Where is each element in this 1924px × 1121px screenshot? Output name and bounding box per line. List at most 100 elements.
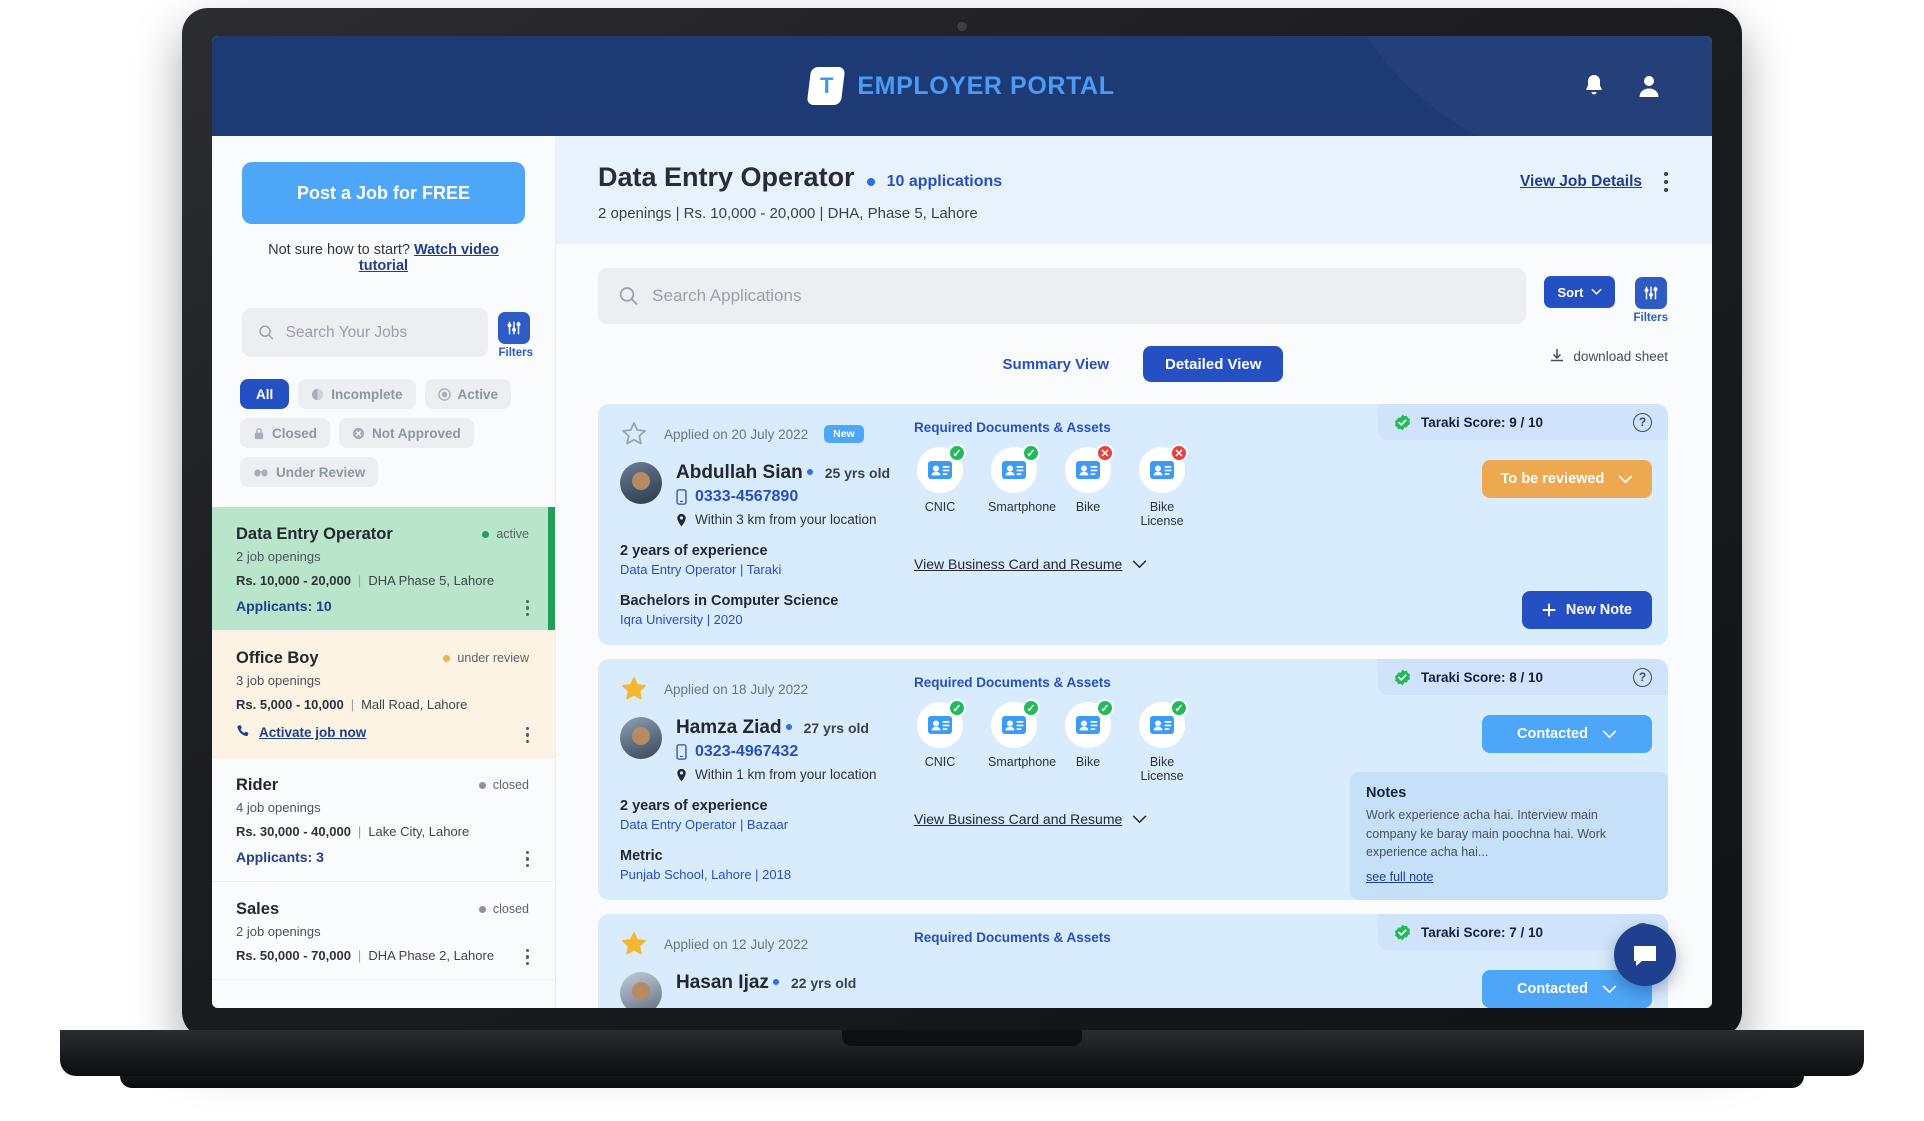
notes-text: Work experience acha hai. Interview main… xyxy=(1366,807,1607,860)
search-jobs-box[interactable] xyxy=(242,308,489,357)
job-more-menu-icon[interactable] xyxy=(525,850,529,867)
logo-letter: T xyxy=(820,73,833,98)
view-job-details-link[interactable]: View Job Details xyxy=(1520,173,1642,191)
mobile-icon xyxy=(676,489,687,505)
under-review-icon xyxy=(253,467,269,478)
job-meta: Rs. 10,000 - 20,000 | DHA Phase 5, Lahore xyxy=(236,573,495,588)
laptop-screen: T EMPLOYER PORTAL Post a Job for FREE No… xyxy=(212,36,1712,1008)
job-status-badge: closed xyxy=(478,902,529,916)
job-list-item[interactable]: active Data Entry Operator 2 job openings R… xyxy=(212,507,555,631)
job-subtitle: 2 openings | Rs. 10,000 - 20,000 | DHA, … xyxy=(598,205,978,222)
location-pin-icon xyxy=(677,513,686,526)
candidate-phone[interactable]: 0323-4967432 xyxy=(676,743,877,761)
candidate-name-row: Abdullah Sian 25 yrs old xyxy=(676,462,890,484)
candidate-actions: Taraki Score: 9 / 10? To be reviewed New N… xyxy=(1338,404,1668,629)
search-applications-box[interactable] xyxy=(598,268,1527,324)
candidate-info: Applied on 20 July 2022 New Abdullah Sian 2… xyxy=(598,420,898,627)
job-more-menu-icon[interactable] xyxy=(1664,172,1668,192)
job-more-menu-icon[interactable] xyxy=(525,599,529,616)
search-jobs-input[interactable] xyxy=(285,323,473,342)
chevron-down-icon xyxy=(1591,288,1603,295)
view-business-card-link[interactable]: View Business Card and Resume xyxy=(914,556,1147,572)
document-item[interactable]: ✓ Bike License xyxy=(1136,699,1188,783)
app-header: T EMPLOYER PORTAL xyxy=(212,36,1712,136)
sidebar-filters-group: Filters xyxy=(498,308,533,359)
job-salary: Rs. 50,000 - 70,000 xyxy=(236,948,351,963)
activate-job-link: Activate job now xyxy=(259,725,367,740)
candidate-status-label: Contacted xyxy=(1517,981,1588,997)
job-list-item[interactable]: closed Sales 2 job openings Rs. 50,000 - 70… xyxy=(212,882,555,980)
document-item[interactable]: ✕ Bike xyxy=(1062,444,1114,528)
document-item[interactable]: ✓ Smartphone xyxy=(988,444,1056,528)
id-card-icon xyxy=(1076,461,1100,479)
document-icon: ✓ xyxy=(917,699,966,748)
job-filter-chip-all[interactable]: All xyxy=(240,379,290,409)
sort-button[interactable]: Sort xyxy=(1544,276,1616,308)
job-filter-chip-under-review[interactable]: Under Review xyxy=(240,457,379,487)
help-icon[interactable]: ? xyxy=(1633,412,1652,432)
user-icon[interactable] xyxy=(1636,73,1662,99)
job-salary: Rs. 5,000 - 10,000 xyxy=(236,697,344,712)
candidate-status-dropdown[interactable]: To be reviewed xyxy=(1482,460,1652,498)
sidebar-search-row: Filters xyxy=(212,274,555,359)
view-business-card-label: View Business Card and Resume xyxy=(914,556,1123,572)
document-item[interactable]: ✕ Bike License xyxy=(1136,444,1188,528)
documents-heading: Required Documents & Assets xyxy=(914,930,1111,945)
document-item[interactable]: ✓ Bike xyxy=(1062,699,1114,783)
new-note-button[interactable]: New Note xyxy=(1521,591,1652,629)
check-badge-icon: ✓ xyxy=(1022,444,1040,462)
job-status-badge: closed xyxy=(478,778,529,792)
document-item[interactable]: ✓ CNIC xyxy=(914,699,966,783)
document-label: Bike License xyxy=(1140,500,1184,528)
job-salary: Rs. 10,000 - 20,000 xyxy=(236,573,351,588)
favorite-star-icon[interactable] xyxy=(620,675,648,703)
help-icon[interactable]: ? xyxy=(1633,667,1652,687)
job-more-menu-icon[interactable] xyxy=(525,948,529,965)
chip-label: Active xyxy=(457,386,499,402)
job-filter-chip-not-approved[interactable]: Not Approved xyxy=(339,418,474,448)
view-business-card-link[interactable]: View Business Card and Resume xyxy=(914,811,1147,827)
chat-bubble-icon[interactable] xyxy=(1614,924,1676,986)
job-filter-chip-closed[interactable]: Closed xyxy=(240,418,331,448)
job-filter-chip-incomplete[interactable]: Incomplete xyxy=(298,379,416,409)
candidate-distance: Within 1 km from your location xyxy=(676,767,877,782)
candidate-status-dropdown[interactable]: Contacted xyxy=(1482,715,1652,753)
tab-detailed-view[interactable]: Detailed View xyxy=(1143,346,1284,382)
laptop-frame: T EMPLOYER PORTAL Post a Job for FREE No… xyxy=(182,8,1742,1038)
post-job-button[interactable]: Post a Job for FREE xyxy=(242,162,525,224)
title-dot-icon xyxy=(866,178,875,186)
documents-row: ✓ CNIC ✓ Smartphone ✓ Bike ✓ Bike License xyxy=(914,699,1338,783)
candidate-experience: 2 years of experience Data Entry Operator… xyxy=(620,798,898,832)
job-list-item[interactable]: under review Office Boy 3 job openings Rs. … xyxy=(212,631,555,758)
applications-filters-button[interactable] xyxy=(1634,277,1667,309)
favorite-star-icon[interactable] xyxy=(620,930,648,958)
candidate-phone[interactable]: 0333-4567890 xyxy=(676,488,890,506)
avatar xyxy=(620,717,662,759)
webcam-icon xyxy=(957,22,967,31)
brand[interactable]: T EMPLOYER PORTAL xyxy=(807,67,1114,105)
filters-button[interactable] xyxy=(498,312,531,344)
plus-icon xyxy=(1542,603,1556,617)
document-icon: ✓ xyxy=(917,444,966,493)
applications-filters-label: Filters xyxy=(1633,312,1668,324)
mobile-icon xyxy=(676,744,687,760)
document-item[interactable]: ✓ Smartphone xyxy=(988,699,1056,783)
document-item[interactable]: ✓ CNIC xyxy=(914,444,966,528)
favorite-star-icon[interactable] xyxy=(620,420,648,448)
candidates-list: Applied on 20 July 2022 New Abdullah Sian 2… xyxy=(556,382,1712,1008)
download-sheet-button[interactable]: download sheet xyxy=(1549,348,1668,364)
job-filter-chip-active[interactable]: Active xyxy=(424,379,512,409)
search-applications-input[interactable] xyxy=(652,286,1507,306)
tab-summary-view[interactable]: Summary View xyxy=(985,346,1127,382)
status-dot-icon xyxy=(443,654,451,662)
notes-heading: Notes xyxy=(1366,784,1407,801)
job-more-menu-icon[interactable] xyxy=(525,726,529,743)
bell-icon[interactable] xyxy=(1582,73,1606,99)
job-list-item[interactable]: closed Rider 4 job openings Rs. 30,000 - 40… xyxy=(212,758,555,882)
document-icon: ✓ xyxy=(991,444,1040,493)
candidate-info: Applied on 12 July 2022 Hasan Ijaz 22 yrs … xyxy=(598,930,898,1008)
candidate-card[interactable]: Applied on 20 July 2022 New Abdullah Sian 2… xyxy=(598,404,1668,645)
candidate-card[interactable]: Applied on 12 July 2022 Hasan Ijaz 22 yrs … xyxy=(598,914,1668,1008)
new-badge: New xyxy=(824,425,864,443)
candidate-card[interactable]: Applied on 18 July 2022 Hamza Ziad 27 yrs … xyxy=(598,659,1668,900)
